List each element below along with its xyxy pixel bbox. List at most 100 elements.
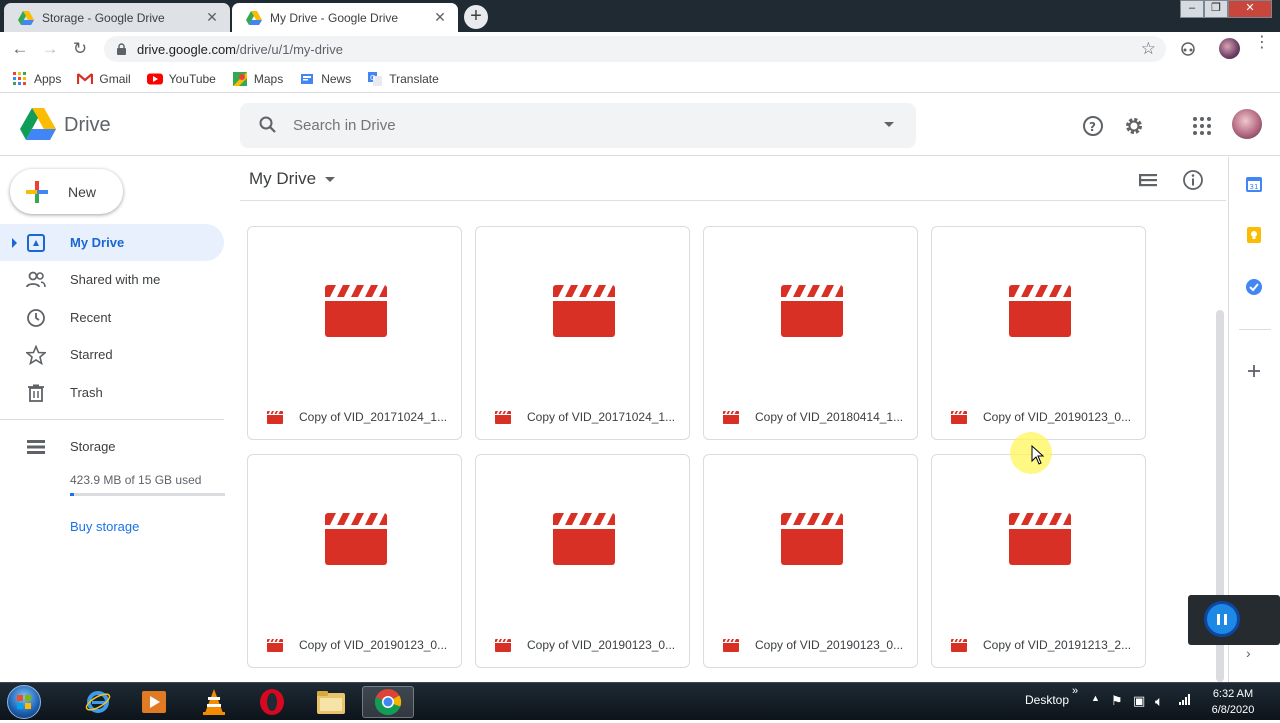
search-input[interactable] [293, 117, 853, 134]
bookmark-star-icon[interactable]: ☆ [1141, 39, 1156, 59]
help-icon[interactable]: ? [1082, 115, 1104, 137]
recorder-pause-button[interactable] [1204, 601, 1240, 637]
video-file-icon [781, 513, 843, 565]
video-type-icon [495, 638, 511, 652]
drive-logo-icon[interactable] [20, 108, 56, 140]
sidebar-item-storage[interactable]: Storage [0, 428, 224, 465]
file-card[interactable]: Copy of VID_20191213_2... [931, 454, 1146, 668]
file-card[interactable]: Copy of VID_20180414_1... [703, 226, 918, 440]
my-drive-title-dropdown[interactable]: My Drive [249, 169, 336, 189]
buy-storage-link[interactable]: Buy storage [70, 519, 139, 534]
sidebar-item-my-drive[interactable]: My Drive [0, 224, 224, 261]
app-name[interactable]: Drive [64, 114, 111, 137]
bookmark-label: News [321, 71, 352, 86]
list-view-icon[interactable] [1137, 169, 1159, 191]
tab-my-drive[interactable]: My Drive - Google Drive ✕ [232, 3, 458, 32]
sidebar-item-recent[interactable]: Recent [0, 299, 224, 336]
sidebar-item-shared-with-me[interactable]: Shared with me [0, 261, 224, 298]
taskbar-chrome[interactable] [362, 686, 414, 718]
drive-header: Drive ? [0, 96, 1280, 156]
close-tab-icon[interactable]: ✕ [204, 9, 220, 26]
bookmark-news[interactable]: News [299, 72, 351, 86]
sidebar-item-trash[interactable]: Trash [0, 374, 224, 411]
browser-menu-icon[interactable]: ⋮ [1254, 35, 1270, 51]
new-tab-button[interactable]: + [464, 5, 488, 29]
taskbar-vlc[interactable] [188, 686, 240, 718]
file-card[interactable]: Copy of VID_20171024_1... [247, 226, 462, 440]
browser-profile-avatar[interactable] [1219, 38, 1240, 59]
mouse-cursor-icon [1031, 445, 1045, 465]
desktop-toolbar-label[interactable]: Desktop [1025, 693, 1069, 707]
minimize-button[interactable]: ‒ [1180, 0, 1204, 18]
new-button[interactable]: New [10, 169, 123, 214]
file-name: Copy of VID_20171024_1... [299, 410, 448, 424]
keep-icon[interactable] [1245, 226, 1263, 244]
bookmark-apps[interactable]: Apps [12, 71, 61, 86]
extension-icon[interactable] [1180, 40, 1196, 56]
forward-arrow-icon[interactable]: → [40, 39, 60, 59]
video-type-icon [723, 638, 739, 652]
file-card[interactable]: Copy of VID_20171024_1... [475, 226, 690, 440]
back-arrow-icon[interactable]: ← [10, 39, 30, 59]
drive-favicon-icon [18, 10, 34, 25]
file-name: Copy of VID_20190123_0... [527, 638, 676, 652]
file-card[interactable]: Copy of VID_20190123_0... [475, 454, 690, 668]
bookmark-gmail[interactable]: Gmail [77, 72, 131, 86]
taskbar-opera[interactable] [246, 686, 298, 718]
taskbar-internet-explorer[interactable] [72, 686, 124, 718]
close-tab-icon[interactable]: ✕ [432, 9, 448, 26]
info-icon[interactable] [1182, 169, 1204, 191]
video-file-icon [781, 285, 843, 337]
power-icon[interactable]: ▣ [1133, 693, 1145, 709]
search-options-dropdown-icon[interactable] [884, 122, 894, 127]
window-close-button[interactable]: ✕ [1228, 0, 1272, 18]
start-button[interactable] [7, 685, 41, 719]
address-bar-row: ← → ↻ drive.google.com/drive/u/1/my-driv… [0, 32, 1280, 65]
reload-icon[interactable]: ↻ [70, 39, 90, 59]
url-path: /drive/u/1/my-drive [236, 41, 343, 57]
plus-icon [26, 180, 48, 203]
taskbar-file-explorer[interactable] [305, 686, 357, 718]
system-clock[interactable]: 6:32 AM 6/8/2020 [1208, 686, 1258, 718]
svg-text:G: G [370, 74, 375, 82]
clock-date: 6/8/2020 [1211, 704, 1255, 716]
internet-explorer-icon [85, 691, 111, 713]
google-apps-grid-icon[interactable] [1191, 115, 1213, 137]
video-file-icon [553, 513, 615, 565]
network-signal-icon[interactable] [1178, 692, 1192, 706]
bookmark-maps[interactable]: Maps [232, 71, 283, 86]
search-icon[interactable] [258, 115, 278, 135]
file-name: Copy of VID_20180414_1... [755, 410, 904, 424]
file-card[interactable]: Copy of VID_20190123_0... [931, 226, 1146, 440]
file-card[interactable]: Copy of VID_20190123_0... [247, 454, 462, 668]
bookmark-youtube[interactable]: YouTube [146, 72, 216, 86]
windows-logo-icon [17, 695, 31, 709]
url-bar[interactable]: drive.google.com/drive/u/1/my-drive ☆ [104, 36, 1166, 62]
chevron-right-icon[interactable]: › [1246, 645, 1251, 661]
settings-gear-icon[interactable] [1123, 115, 1145, 137]
toolbar-expand-chevron-icon[interactable]: » [1072, 685, 1078, 697]
tray-overflow-up-icon[interactable]: ▲ [1091, 693, 1100, 703]
maps-icon [232, 71, 247, 86]
add-addon-plus-icon[interactable] [1245, 362, 1263, 380]
action-center-flag-icon[interactable]: ⚑ [1111, 693, 1123, 709]
video-type-icon [267, 410, 283, 424]
maximize-button[interactable]: ❐ [1204, 0, 1228, 18]
volume-icon[interactable]: 🔈︎ [1155, 693, 1163, 710]
bookmark-translate[interactable]: G Translate [367, 71, 439, 86]
taskbar-media-player[interactable] [128, 686, 180, 718]
file-card-footer: Copy of VID_20171024_1... [476, 399, 689, 435]
sidebar-item-starred[interactable]: Starred [0, 336, 224, 373]
file-card[interactable]: Copy of VID_20190123_0... [703, 454, 918, 668]
bookmarks-bar: Apps Gmail YouTube Maps News G Translate [0, 65, 1280, 93]
search-bar[interactable] [240, 103, 916, 148]
expand-caret-icon[interactable] [12, 238, 17, 248]
tasks-icon[interactable] [1245, 278, 1263, 296]
media-player-icon [142, 691, 166, 713]
account-avatar[interactable] [1232, 109, 1262, 139]
tab-storage[interactable]: Storage - Google Drive ✕ [4, 3, 230, 32]
calendar-icon[interactable]: 31 [1245, 175, 1263, 193]
header-divider [240, 200, 1226, 201]
file-card-footer: Copy of VID_20190123_0... [476, 627, 689, 663]
clock-icon [27, 308, 45, 327]
